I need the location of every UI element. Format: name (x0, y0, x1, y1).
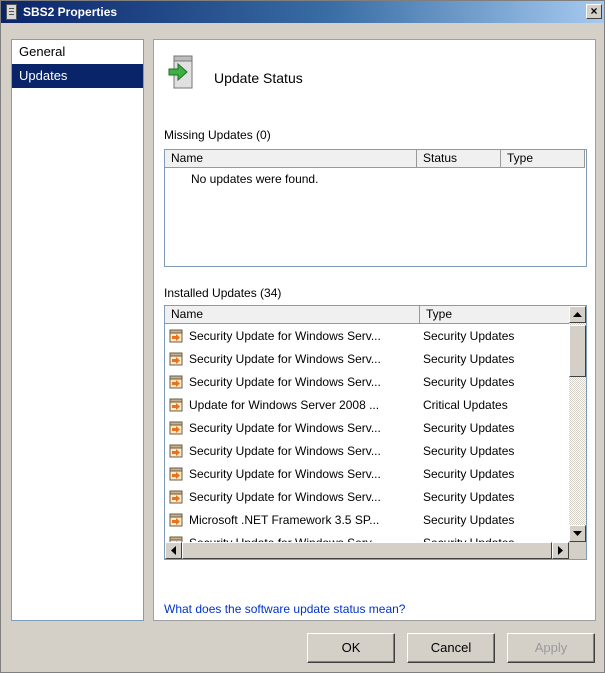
row-name: Security Update for Windows Serv... (189, 490, 381, 504)
horizontal-scroll-thumb[interactable] (182, 542, 552, 559)
table-row[interactable]: Security Update for Windows Serv... Secur… (165, 486, 569, 509)
row-type: Security Updates (423, 490, 515, 504)
empty-message: No updates were found. (191, 172, 319, 186)
scroll-corner (569, 542, 586, 559)
row-type: Security Updates (423, 375, 515, 389)
update-package-icon (169, 375, 183, 389)
row-name: Security Update for Windows Serv... (189, 329, 381, 343)
row-type: Security Updates (423, 352, 515, 366)
nav-list: General Updates (11, 39, 144, 621)
cancel-button[interactable]: Cancel (407, 633, 495, 663)
installed-updates-label: Installed Updates (34) (164, 286, 282, 300)
close-icon: × (590, 4, 598, 18)
table-row[interactable]: Security Update for Windows Serv... Secur… (165, 417, 569, 440)
vertical-scrollbar[interactable] (569, 306, 586, 542)
arrow-right-icon (558, 546, 563, 555)
update-package-icon (169, 490, 183, 504)
arrow-down-icon (573, 531, 582, 536)
update-package-icon (169, 329, 183, 343)
table-row[interactable]: Security Update for Windows Serv... Secur… (165, 325, 569, 348)
column-header-name[interactable]: Name (165, 306, 420, 324)
column-header-type[interactable]: Type (420, 306, 570, 324)
row-name: Security Update for Windows Serv... (189, 467, 381, 481)
update-package-icon (169, 444, 183, 458)
scroll-down-button[interactable] (569, 525, 586, 542)
scroll-left-button[interactable] (165, 542, 182, 559)
row-name: Security Update for Windows Serv... (189, 421, 381, 435)
table-row[interactable]: Security Update for Windows Serv... Secur… (165, 440, 569, 463)
row-name: Security Update for Windows Serv... (189, 444, 381, 458)
update-package-icon (169, 513, 183, 527)
window-title: SBS2 Properties (23, 5, 118, 19)
missing-updates-label: Missing Updates (0) (164, 128, 271, 142)
nav-item-updates[interactable]: Updates (12, 64, 143, 88)
row-type: Critical Updates (423, 398, 508, 412)
row-type: Security Updates (423, 444, 515, 458)
help-link[interactable]: What does the software update status mea… (164, 602, 405, 616)
properties-dialog: SBS2 Properties × General Updates Update… (0, 0, 605, 673)
update-status-icon (168, 55, 193, 89)
scroll-thumb[interactable] (569, 325, 586, 377)
updates-panel: Update Status Missing Updates (0) Name S… (153, 39, 596, 621)
table-row[interactable]: Update for Windows Server 2008 ... Critic… (165, 394, 569, 417)
table-row[interactable]: Security Update for Windows Serv... Secur… (165, 348, 569, 371)
ok-button[interactable]: OK (307, 633, 395, 663)
row-type: Security Updates (423, 467, 515, 481)
row-type: Security Updates (423, 329, 515, 343)
scroll-right-button[interactable] (552, 542, 569, 559)
horizontal-scrollbar[interactable] (165, 542, 569, 559)
row-name: Security Update for Windows Serv... (189, 352, 381, 366)
update-package-icon (169, 398, 183, 412)
row-type: Security Updates (423, 513, 515, 527)
row-name: Update for Windows Server 2008 ... (189, 398, 380, 412)
column-header-name[interactable]: Name (165, 150, 417, 168)
table-row[interactable]: Security Update for Windows Serv... Secur… (165, 371, 569, 394)
update-package-icon (169, 467, 183, 481)
row-type: Security Updates (423, 421, 515, 435)
row-name: Security Update for Windows Serv... (189, 375, 381, 389)
table-row[interactable]: Security Update for Windows Serv... Secur… (165, 463, 569, 486)
apply-button: Apply (507, 633, 595, 663)
missing-updates-list[interactable]: Name Status Type No updates were found. (164, 149, 587, 267)
section-title: Update Status (214, 70, 303, 86)
column-header-type[interactable]: Type (501, 150, 585, 168)
update-package-icon (169, 352, 183, 366)
table-row[interactable]: Microsoft .NET Framework 3.5 SP... Securi… (165, 509, 569, 532)
title-bar[interactable]: SBS2 Properties × (1, 1, 604, 23)
nav-item-general[interactable]: General (12, 40, 143, 64)
column-header-status[interactable]: Status (417, 150, 501, 168)
row-name: Microsoft .NET Framework 3.5 SP... (189, 513, 380, 527)
close-button[interactable]: × (586, 4, 602, 19)
server-icon (6, 4, 17, 20)
installed-updates-list[interactable]: Name Type Security Update for Windows Se… (164, 305, 587, 560)
scroll-up-button[interactable] (569, 306, 586, 323)
update-package-icon (169, 421, 183, 435)
arrow-up-icon (573, 312, 582, 317)
arrow-left-icon (171, 546, 176, 555)
